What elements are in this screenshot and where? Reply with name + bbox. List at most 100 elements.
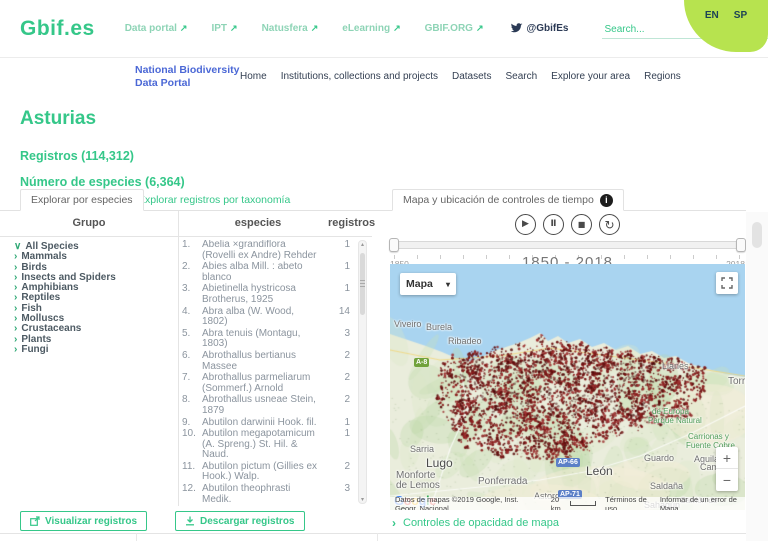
scroll-up-icon[interactable]: ▴: [359, 241, 366, 248]
species-row[interactable]: 2. Abies alba Mill. : abeto blanco 1: [182, 261, 354, 283]
portal-nav-link[interactable]: Explore your area: [551, 71, 630, 82]
species-list-scrollbar[interactable]: ▴ ▾: [358, 240, 367, 504]
visualize-records-button[interactable]: Visualizar registros: [20, 511, 148, 531]
scale-bar: [570, 501, 597, 506]
zoom-in-button[interactable]: +: [716, 447, 738, 469]
slider-track[interactable]: [390, 241, 745, 249]
map-opacity-controls-toggle[interactable]: › Controles de opacidad de mapa: [392, 516, 559, 530]
species-rank: 8.: [182, 394, 191, 406]
species-name[interactable]: Abelia ×grandiflora (Rovelli ex Andre) R…: [202, 240, 324, 261]
tab-explore-species[interactable]: Explorar por especies: [20, 189, 144, 211]
scrollbar-thumb[interactable]: [360, 253, 365, 315]
species-record-count: 3: [344, 483, 350, 495]
species-row[interactable]: 10. Abutilon megapotamicum (A. Spreng.) …: [182, 428, 354, 461]
portal-nav-link[interactable]: Search: [505, 71, 537, 82]
chevron-icon[interactable]: ›: [14, 323, 17, 334]
slider-handle-end[interactable]: [736, 238, 746, 252]
taxon-group-tree: ∨ All Species › Mammals › Birds › Insects an…: [14, 241, 174, 355]
species-name[interactable]: Abutilon megapotamicum (A. Spreng.) St. …: [202, 428, 324, 461]
play-button[interactable]: ▶: [515, 214, 536, 235]
page-scrollbar[interactable]: [752, 222, 762, 248]
species-row[interactable]: 1. Abelia ×grandiflora (Rovelli ex Andre…: [182, 240, 354, 261]
nav-link-label: Natusfera: [261, 23, 308, 34]
download-icon: [186, 516, 194, 526]
replay-button[interactable]: ↻: [599, 214, 620, 235]
species-name[interactable]: Abutilon pictum (Gillies ex Hook.) Walp.: [202, 461, 324, 483]
occurrence-map[interactable]: ViveiroBurelaRibadeoLlanesTorrelaveSarri…: [390, 264, 745, 510]
twitter-handle: @GbifEs: [526, 23, 569, 34]
language-option[interactable]: SP: [734, 10, 747, 52]
language-option[interactable]: EN: [705, 10, 719, 52]
scale-label: 20 km: [550, 494, 561, 511]
stop-button[interactable]: ■: [571, 214, 592, 235]
species-row[interactable]: 11. Abutilon pictum (Gillies ex Hook.) W…: [182, 461, 354, 483]
time-controls: ▶ Ⅱ ■ ↻: [390, 214, 745, 235]
time-range-slider[interactable]: [389, 238, 746, 252]
nav-link[interactable]: Data portal ↗: [125, 23, 188, 34]
caret-down-icon: ▾: [445, 279, 450, 289]
species-name[interactable]: Abies alba Mill. : abeto blanco: [202, 261, 324, 283]
nav-link[interactable]: IPT ↗: [211, 23, 237, 34]
species-name[interactable]: Abrothallus usneae Stein, 1879: [202, 394, 324, 416]
species-record-count: 2: [344, 349, 350, 361]
species-name[interactable]: Abutilon darwinii Hook. fil.: [202, 417, 324, 429]
report-error-link[interactable]: Informar de un error de Mapa: [660, 495, 740, 511]
fullscreen-button[interactable]: [716, 272, 738, 294]
portal-nav-link[interactable]: Datasets: [452, 71, 491, 82]
scrollbar-grip: [360, 280, 365, 287]
pause-button[interactable]: Ⅱ: [543, 214, 564, 235]
species-name[interactable]: Abutilon theophrasti Medik.: [202, 483, 324, 504]
footer-divider: [0, 533, 746, 534]
species-name[interactable]: Abrothallus bertianus Massee: [202, 350, 324, 372]
species-record-count: 1: [344, 261, 350, 273]
species-row[interactable]: 9. Abutilon darwinii Hook. fil. 1: [182, 417, 354, 429]
external-link-icon: ↗: [475, 23, 484, 33]
chevron-icon[interactable]: ›: [14, 251, 17, 262]
external-link-icon: ↗: [179, 23, 188, 33]
species-row[interactable]: 5. Abra tenuis (Montagu, 1803) 3: [182, 328, 354, 350]
chevron-icon[interactable]: ›: [14, 262, 17, 273]
nav-link[interactable]: Natusfera ↗: [262, 23, 319, 34]
species-name[interactable]: Abrothallus parmeliarum (Sommerf.) Arnol…: [202, 372, 324, 394]
zoom-out-button[interactable]: −: [716, 469, 738, 491]
taxon-group-item[interactable]: › Fungi: [14, 344, 174, 355]
species-row[interactable]: 6. Abrothallus bertianus Massee 2: [182, 349, 354, 372]
chevron-icon[interactable]: ›: [14, 292, 17, 303]
species-record-count: 1: [344, 428, 350, 440]
species-row[interactable]: 7. Abrothallus parmeliarum (Sommerf.) Ar…: [182, 372, 354, 394]
column-species: especies: [234, 217, 282, 229]
chevron-icon[interactable]: ›: [14, 344, 17, 355]
info-icon[interactable]: i: [599, 193, 613, 207]
species-row[interactable]: 3. Abietinella hystricosa Brotherus, 192…: [182, 284, 354, 305]
scroll-down-icon[interactable]: ▾: [359, 496, 366, 503]
terms-link[interactable]: Términos de uso: [605, 495, 651, 511]
species-name[interactable]: Abietinella hystricosa Brotherus, 1925: [202, 284, 324, 305]
species-row[interactable]: 8. Abrothallus usneae Stein, 1879 2: [182, 394, 354, 416]
species-record-count: 2: [344, 372, 350, 384]
species-record-count: 1: [344, 283, 350, 295]
portal-nav-link[interactable]: Regions: [644, 71, 681, 82]
species-name[interactable]: Abra tenuis (Montagu, 1803): [202, 328, 324, 350]
page-title: Asturias: [20, 108, 97, 129]
column-divider: [178, 211, 179, 506]
slider-handle-start[interactable]: [389, 238, 399, 252]
nav-link-label: eLearning: [342, 23, 391, 34]
species-row[interactable]: 12. Abutilon theophrasti Medik. 3: [182, 483, 354, 504]
gbif-logo[interactable]: Gbif.es: [20, 17, 95, 41]
species-row[interactable]: 4. Abra alba (W. Wood, 1802) 14: [182, 306, 354, 328]
nav-link[interactable]: eLearning ↗: [342, 23, 400, 34]
tab-explore-taxonomy[interactable]: Explorar registros por taxonomía: [128, 189, 300, 211]
portal-nav-link[interactable]: Institutions, collections and projects: [281, 71, 438, 82]
twitter-link[interactable]: @GbifEs: [510, 23, 569, 34]
species-rank: 7.: [182, 372, 191, 384]
species-record-count: 1: [344, 240, 350, 250]
species-table-header: Grupo especies registros: [0, 217, 376, 229]
species-name[interactable]: Abra alba (W. Wood, 1802): [202, 306, 324, 328]
tab-map-time-controls[interactable]: Mapa y ubicación de controles de tiempo …: [392, 189, 624, 211]
map-layer-selector[interactable]: Mapa ▾: [400, 273, 456, 295]
site-header: Gbif.es Data portal ↗ IPT ↗ Natusfera ↗ eLe…: [0, 0, 768, 58]
portal-nav-link[interactable]: Home: [240, 71, 267, 82]
map-canvas[interactable]: [390, 264, 745, 510]
nav-link[interactable]: GBIF.ORG ↗: [425, 23, 484, 34]
download-records-button[interactable]: Descargar registros: [175, 511, 305, 531]
